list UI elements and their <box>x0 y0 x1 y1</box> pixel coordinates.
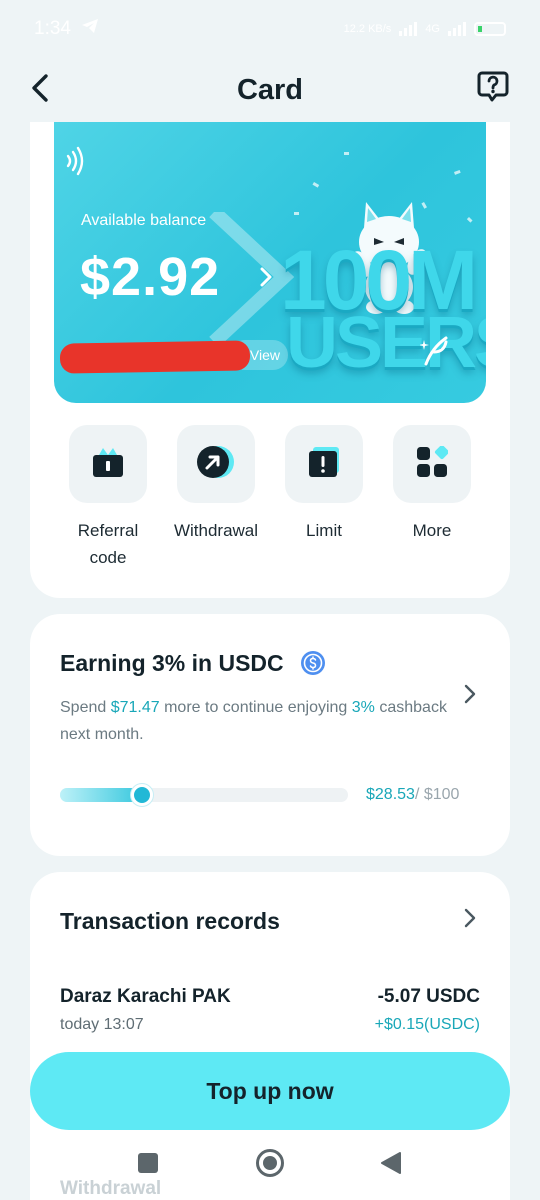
page-title: Card <box>236 73 304 106</box>
signal-icon-2 <box>448 22 466 36</box>
usdc-icon <box>300 650 326 681</box>
feather-logo-icon <box>419 334 450 371</box>
earning-card[interactable]: Earning 3% in USDC Spend $71.47 more to … <box>30 614 510 856</box>
action-limit[interactable]: Limit <box>270 425 378 544</box>
question-bubble-icon <box>477 70 509 107</box>
arrow-up-right-icon <box>196 445 236 484</box>
battery-icon <box>474 22 506 36</box>
contactless-icon <box>64 146 84 181</box>
chevron-left-icon <box>30 73 50 108</box>
chevron-right-icon[interactable] <box>464 684 476 709</box>
quick-actions: Referral code Withdrawal Limit More <box>30 425 510 575</box>
action-tile <box>285 425 363 503</box>
chevron-right-icon[interactable] <box>260 267 272 292</box>
transaction-cashback: +$0.15(USDC) <box>374 1016 480 1033</box>
status-time: 1:34 <box>34 18 71 39</box>
alert-square-icon <box>307 446 341 483</box>
view-label: View <box>249 347 280 363</box>
circle-icon <box>255 1148 285 1183</box>
network-speed: 12.2 KB/s <box>343 23 392 35</box>
gift-icon <box>91 446 125 483</box>
transactions-title: Transaction records <box>60 908 280 934</box>
bank-card[interactable]: 100M USERS Available balance $2.92 View <box>54 122 486 403</box>
status-right: 12.2 KB/s 4G <box>344 22 506 36</box>
header: Card <box>0 58 540 122</box>
desc-amount: $71.47 <box>110 699 160 716</box>
progress-spent: $28.53 <box>366 786 415 803</box>
action-tile <box>69 425 147 503</box>
action-label: More <box>412 521 452 540</box>
chevron-right-icon[interactable] <box>464 908 476 933</box>
top-up-button[interactable]: Top up now <box>30 1052 510 1130</box>
progress-value: $28.53/ $100 <box>366 786 459 804</box>
desc-middle: more to continue enjoying <box>159 699 352 716</box>
recents-button[interactable] <box>131 1150 165 1180</box>
triangle-back-icon <box>380 1151 402 1180</box>
transaction-row[interactable]: Daraz Karachi PAK today 13:07 -5.07 USDC… <box>60 986 480 1040</box>
earning-title: Earning 3% in USDC <box>60 650 284 676</box>
grid-icon <box>416 444 449 483</box>
action-withdrawal[interactable]: Withdrawal <box>162 425 270 544</box>
status-left: 1:34 <box>34 18 99 40</box>
signal-icon <box>399 22 418 36</box>
telegram-icon <box>81 18 99 40</box>
action-label: Limit <box>306 521 342 540</box>
desc-rate: 3% <box>351 699 375 716</box>
desc-prefix: Spend <box>60 699 111 716</box>
redacted-card-number <box>59 340 251 374</box>
action-label: Withdrawal <box>173 521 259 540</box>
progress-goal: / $100 <box>414 786 460 803</box>
progress-knob <box>131 784 153 806</box>
status-bar: 1:34 12.2 KB/s 4G <box>0 0 540 58</box>
earning-description: Spend $71.47 more to continue enjoying 3… <box>60 694 450 748</box>
balance-value: $2.92 <box>80 247 221 307</box>
action-label: Referral code <box>77 521 139 567</box>
transaction-amount: -5.07 USDC <box>377 986 480 1007</box>
transaction-merchant: Daraz Karachi PAK <box>60 986 231 1007</box>
action-tile <box>393 425 471 503</box>
network-type: 4G <box>425 23 440 35</box>
action-tile <box>177 425 255 503</box>
system-nav-bar <box>0 1136 540 1194</box>
progress-fill <box>60 788 142 802</box>
promo-subline: USERS <box>286 303 486 383</box>
action-referral-code[interactable]: Referral code <box>54 425 162 571</box>
square-icon <box>137 1152 159 1179</box>
system-back-button[interactable] <box>374 1150 408 1180</box>
transaction-time: today 13:07 <box>60 1016 144 1033</box>
action-more[interactable]: More <box>378 425 486 544</box>
help-button[interactable] <box>476 71 510 105</box>
card-section: 100M USERS Available balance $2.92 View <box>30 122 510 598</box>
back-button[interactable] <box>20 70 60 110</box>
home-button[interactable] <box>253 1148 287 1183</box>
cashback-progress-bar <box>60 784 348 806</box>
balance-label: Available balance <box>81 212 207 229</box>
